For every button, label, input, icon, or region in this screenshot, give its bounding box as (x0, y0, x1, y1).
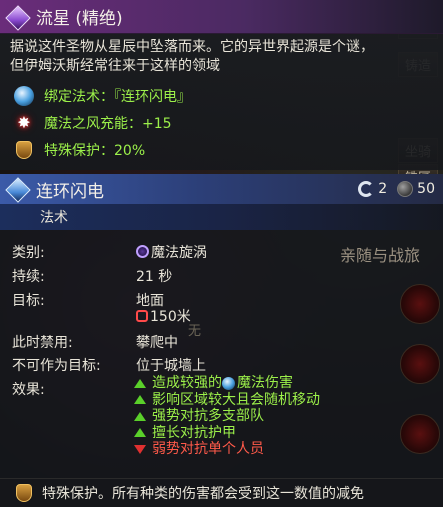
purple-diamond-icon (6, 6, 28, 28)
positive-arrow-icon (134, 411, 146, 421)
vortex-icon (136, 245, 149, 258)
shield-icon (16, 140, 32, 159)
item-attribute-text: 特殊保护：20% (44, 142, 146, 159)
spell-tooltip: 连环闪电 2 50 法术 亲随与战旅 无 类别: 魔法旋涡 持续: 21 秒 目… (0, 174, 443, 507)
bg-slot (400, 344, 440, 384)
item-tooltip: 流星 (精绝) 据说这件圣物从星辰中坠落而来。它的异世界起源是个谜，但伊姆沃斯经… (0, 0, 443, 170)
stat-label-untargetable: 不可作为目标: (12, 358, 101, 374)
stat-label-effects: 效果: (12, 382, 45, 398)
item-attribute-bound-spell: 绑定法术：『连环闪电』 (0, 82, 443, 109)
item-header: 流星 (精绝) (0, 0, 443, 34)
item-attribute-text: 绑定法术：『连环闪电』 (44, 88, 191, 105)
stat-value-duration: 21 秒 (136, 269, 173, 285)
bg-slot (400, 414, 440, 454)
effects-list: 造成较强的 魔法伤害 影响区域较大且会随机移动 强势对抗多支部队 擅长对抗护甲 … (134, 375, 320, 458)
effect-item: 弱势对抗单个人员 (134, 441, 320, 458)
item-description: 据说这件圣物从星辰中坠落而来。它的异世界起源是个谜，但伊姆沃斯经常往来于这样的领… (10, 39, 374, 74)
effect-item: 造成较强的 魔法伤害 (134, 375, 320, 392)
tooltip-footer: 特殊保护。所有种类的伤害都会受到这一数值的减免 (0, 478, 443, 507)
stat-value-disabled: 攀爬中 (136, 335, 178, 351)
item-attribute-ward: 特殊保护：20% (0, 136, 443, 163)
blue-diamond-icon (6, 178, 28, 200)
bg-side-label: 亲随与战旅 (340, 246, 421, 265)
recharge-icon (358, 181, 375, 197)
spell-orb-icon (14, 85, 34, 106)
stat-value-untargetable: 位于城墙上 (136, 358, 206, 374)
bg-slot (400, 284, 440, 324)
stat-label-duration: 持续: (12, 269, 45, 285)
spell-orb-icon (222, 376, 235, 390)
stat-value-category: 魔法旋涡 (136, 242, 207, 262)
item-attribute-winds: ✸ 魔法之风充能：+15 (0, 109, 443, 136)
effect-item: 擅长对抗护甲 (134, 425, 320, 442)
spell-cost: 2 50 (358, 181, 435, 197)
effect-item: 影响区域较大且会随机移动 (134, 392, 320, 409)
winds-of-magic-icon (397, 181, 414, 197)
spell-type: 法术 (0, 204, 443, 230)
positive-arrow-icon (134, 428, 146, 438)
item-title: 流星 (精绝) (36, 9, 123, 29)
stat-label-category: 类别: (12, 245, 45, 261)
winds-cost-value: 50 (417, 181, 435, 197)
stat-label-disabled: 此时禁用: (12, 335, 73, 351)
spell-header: 连环闪电 2 50 (0, 174, 443, 204)
negative-arrow-icon (134, 444, 146, 454)
effect-item: 强势对抗多支部队 (134, 408, 320, 425)
winds-star-icon: ✸ (17, 113, 31, 132)
recharge-value: 2 (378, 181, 388, 197)
range-icon (136, 310, 148, 322)
item-attribute-text: 魔法之风充能：+15 (44, 115, 172, 132)
stat-value-range: 150米 (136, 306, 191, 326)
spell-title: 连环闪电 (36, 181, 104, 202)
stat-label-target: 目标: (12, 293, 45, 309)
positive-arrow-icon (134, 395, 146, 405)
positive-arrow-icon (134, 378, 146, 388)
footer-text: 特殊保护。所有种类的伤害都会受到这一数值的减免 (42, 486, 364, 502)
shield-icon (16, 484, 32, 502)
